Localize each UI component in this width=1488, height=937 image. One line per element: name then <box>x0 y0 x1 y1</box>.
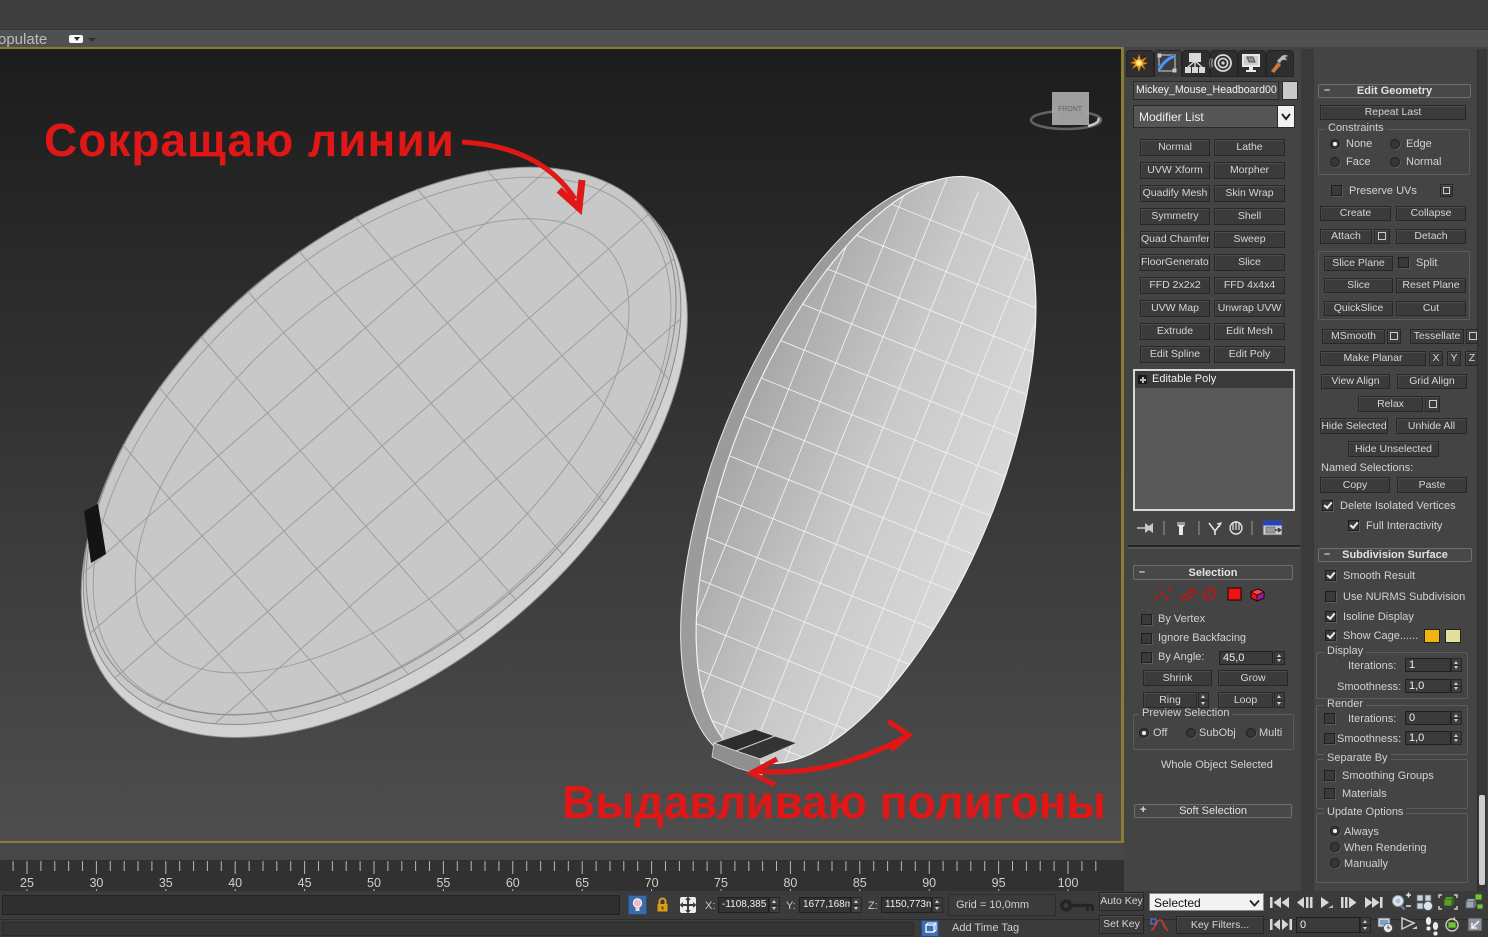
svg-text:95: 95 <box>992 876 1006 890</box>
svg-text:70: 70 <box>645 876 659 890</box>
svg-text:35: 35 <box>159 876 173 890</box>
svg-text:Выдавливаю полигоны: Выдавливаю полигоны <box>562 776 1106 828</box>
svg-text:85: 85 <box>853 876 867 890</box>
svg-text:90: 90 <box>922 876 936 890</box>
svg-text:30: 30 <box>89 876 103 890</box>
svg-text:FRONT: FRONT <box>1058 106 1083 113</box>
svg-text:80: 80 <box>783 876 797 890</box>
svg-text:60: 60 <box>506 876 520 890</box>
svg-text:40: 40 <box>228 876 242 890</box>
svg-text:100: 100 <box>1058 876 1079 890</box>
svg-text:Сокращаю линии: Сокращаю линии <box>44 114 455 166</box>
svg-text:75: 75 <box>714 876 728 890</box>
svg-text:65: 65 <box>575 876 589 890</box>
svg-text:55: 55 <box>436 876 450 890</box>
svg-text:45: 45 <box>298 876 312 890</box>
svg-text:50: 50 <box>367 876 381 890</box>
svg-text:25: 25 <box>20 876 34 890</box>
